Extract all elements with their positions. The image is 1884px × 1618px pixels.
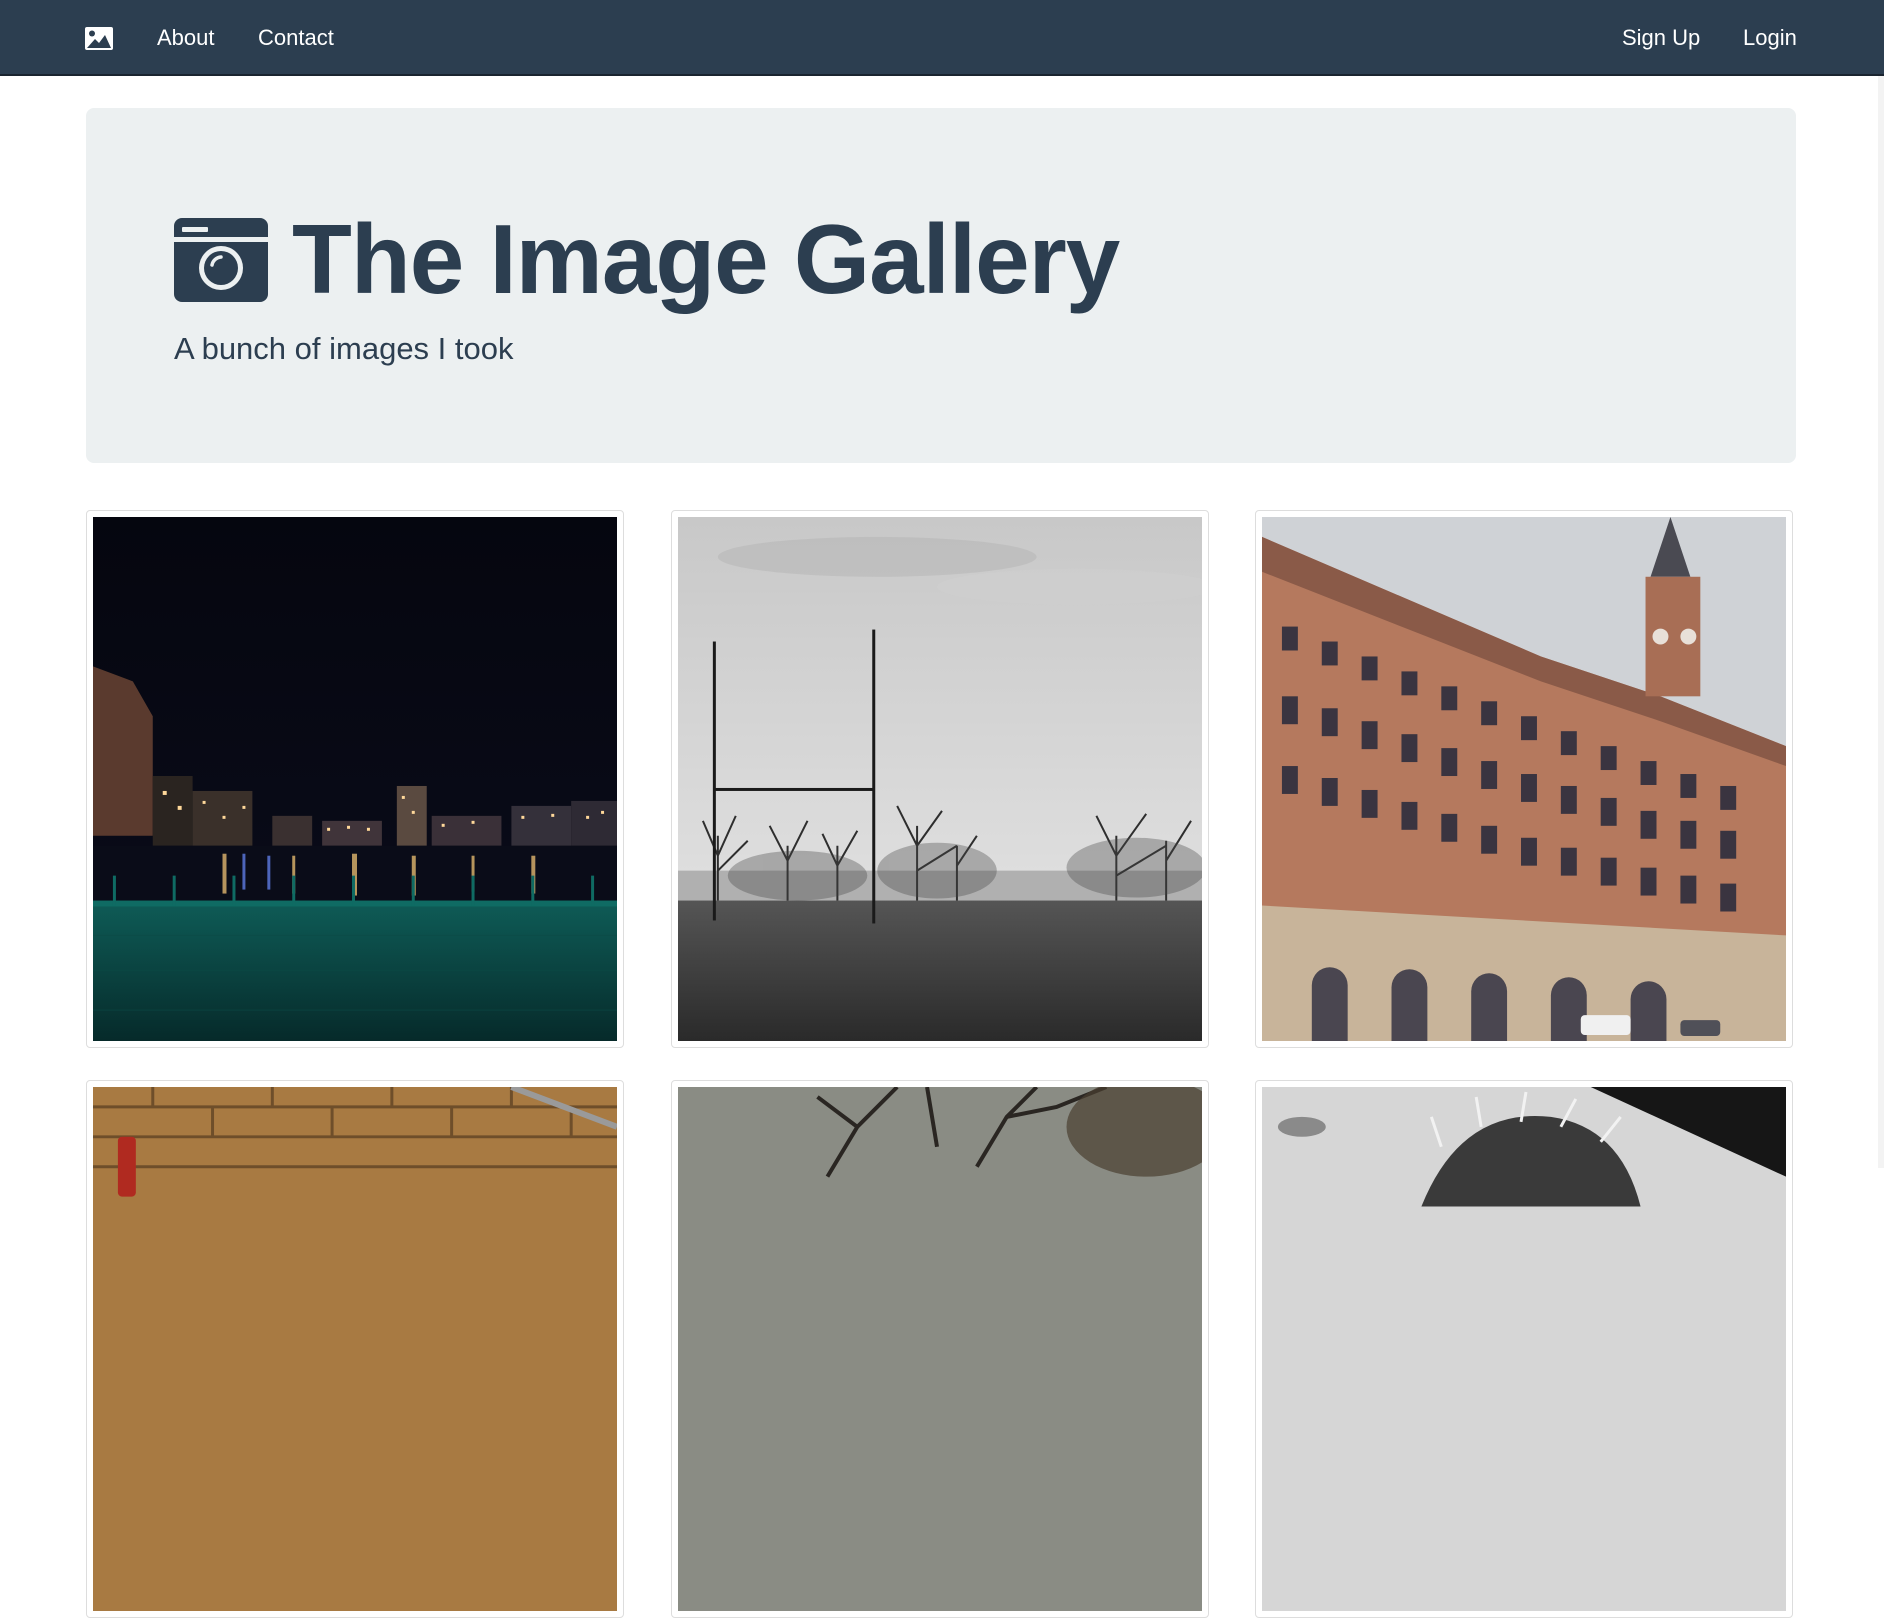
person-portrait-photo xyxy=(1262,1087,1786,1611)
nav-contact[interactable]: Contact xyxy=(258,0,334,76)
gallery-thumbnail-night-city[interactable] xyxy=(86,510,624,1048)
nav-sign-up[interactable]: Sign Up xyxy=(1622,0,1700,76)
gallery-thumbnail-tree[interactable] xyxy=(671,1080,1209,1618)
page-title: The Image Gallery xyxy=(292,204,1120,314)
gallery-thumbnail-portrait[interactable] xyxy=(1255,1080,1793,1618)
image-icon[interactable] xyxy=(84,26,114,51)
gallery-thumbnail-brick-wall[interactable] xyxy=(86,1080,624,1618)
rugby-goalpost-field-photo xyxy=(678,517,1202,1041)
gallery-thumbnail-goalpost[interactable] xyxy=(671,510,1209,1048)
nav-login[interactable]: Login xyxy=(1743,0,1797,76)
night-city-riverwalk-photo xyxy=(93,517,617,1041)
jumbotron: The Image Gallery A bunch of images I to… xyxy=(86,108,1796,463)
brick-wall-photo xyxy=(93,1087,617,1611)
nav-about[interactable]: About xyxy=(157,0,215,76)
city-hall-clock-tower-photo xyxy=(1262,517,1786,1041)
navbar: About Contact Sign Up Login xyxy=(0,0,1884,76)
camera-icon xyxy=(174,218,268,302)
gallery-thumbnail-city-hall[interactable] xyxy=(1255,510,1793,1048)
page-subtitle: A bunch of images I took xyxy=(174,331,514,366)
bare-tree-sky-photo xyxy=(678,1087,1202,1611)
scrollbar[interactable] xyxy=(1878,76,1884,1168)
